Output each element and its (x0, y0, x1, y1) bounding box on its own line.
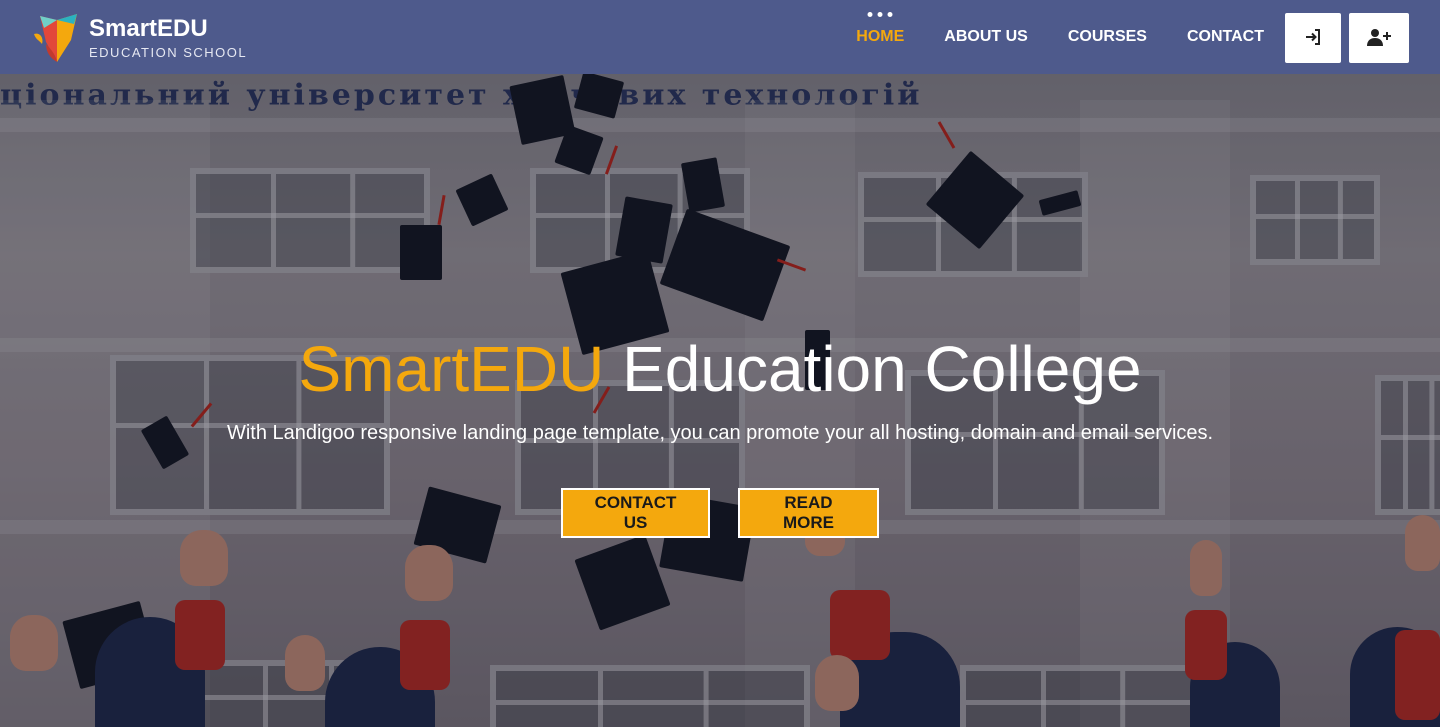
contact-us-button[interactable]: CONTACT US (561, 488, 710, 538)
main-navigation: HOME ABOUT US COURSES CONTACT (816, 0, 1264, 74)
hero-subtitle: With Landigoo responsive landing page te… (226, 422, 1214, 444)
login-button[interactable] (1285, 13, 1341, 63)
read-more-button[interactable]: READ MORE (738, 488, 879, 538)
hero-title-accent: SmartEDU (298, 333, 605, 405)
brand-tagline: EDUCATION SCHOOL (89, 45, 248, 60)
nav-courses-label: COURSES (1067, 28, 1147, 45)
hero-title-rest: Education College (604, 333, 1142, 405)
indicator-dot (877, 12, 883, 17)
nav-contact[interactable]: CONTACT (1187, 0, 1264, 74)
nav-about-label: ABOUT US (944, 28, 1028, 45)
user-plus-icon (1367, 27, 1391, 50)
nav-home-label: HOME (856, 28, 905, 45)
nav-about-us[interactable]: ABOUT US (944, 0, 1028, 74)
register-button[interactable] (1349, 13, 1409, 63)
hero-content: SmartEDU Education College With Landigoo… (0, 330, 1440, 538)
login-icon (1303, 27, 1323, 50)
brand-text: SmartEDU EDUCATION SCHOOL (89, 15, 247, 61)
nav-contact-label: CONTACT (1186, 28, 1264, 45)
active-indicator-dots (867, 12, 893, 17)
top-navbar: SmartEDU EDUCATION SCHOOL HOME ABOUT US … (0, 0, 1440, 74)
brand-logo-link[interactable]: SmartEDU EDUCATION SCHOOL (30, 10, 247, 66)
hero-title: SmartEDU Education College (0, 330, 1440, 408)
brand-name: SmartEDU (89, 15, 208, 42)
indicator-dot (867, 12, 873, 17)
nav-home[interactable]: HOME (856, 0, 904, 74)
hero-cta-row: CONTACT US READ MORE (0, 488, 1440, 538)
nav-courses[interactable]: COURSES (1068, 0, 1147, 74)
indicator-dot (887, 12, 893, 17)
smartedu-logo-icon (30, 10, 84, 66)
